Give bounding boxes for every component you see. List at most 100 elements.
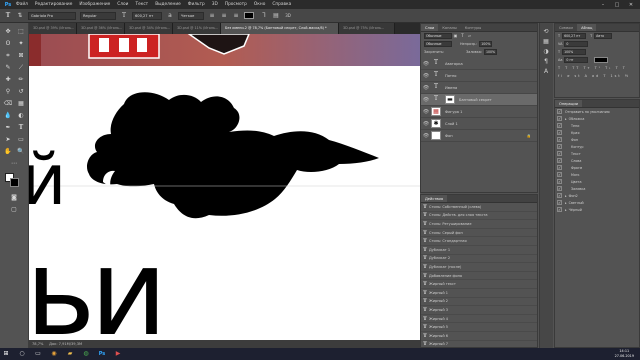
eraser-tool-icon[interactable]: ⌫ [2,99,14,109]
explorer-icon[interactable]: ▰ [64,349,76,359]
close-icon[interactable]: ✕ [624,2,638,8]
operation-item[interactable]: ✓ Тени [555,122,639,129]
canvas-area[interactable]: й ьи [29,34,420,340]
layer-kind-select[interactable]: Обычные [424,33,452,39]
action-item[interactable]: T Стиль: Серый фон [421,229,537,238]
move-tool-icon[interactable]: ✥ [2,27,14,37]
action-item[interactable]: T Жирный 2 [421,298,537,307]
action-item[interactable]: T Стиль: Стандартная [421,237,537,246]
menu-help[interactable]: Справка [272,2,291,7]
type-tool-icon[interactable]: T [4,12,12,20]
eyedropper-icon[interactable]: ✎ [2,63,14,73]
menu-3d[interactable]: 3D [212,2,218,7]
layer-row[interactable]: 👁 T Имена [421,82,537,94]
action-item[interactable]: T Жирный 4 [421,315,537,324]
layer-row[interactable]: 👁 T Пятно [421,70,537,82]
system-clock[interactable]: 14:11 27.06.2019 [615,348,634,360]
font-family-select[interactable]: Gabriola Pro [28,11,76,20]
operation-item[interactable]: ✓ Края [555,129,639,136]
marquee-tool-icon[interactable]: ⬚ [15,27,27,37]
chrome-icon[interactable]: ◍ [80,349,92,359]
check-icon[interactable]: ✓ [557,165,562,170]
action-item[interactable]: T Дубликат 1 [421,246,537,255]
start-icon[interactable]: ⊞ [0,349,12,359]
operation-item[interactable]: ✓ ▸ Обложка [555,115,639,122]
quick-mask-icon[interactable]: ◙ [8,193,20,203]
check-icon[interactable]: ✓ [557,123,562,128]
browser-icon[interactable]: ◉ [48,349,60,359]
operation-item[interactable]: ✓ Контур [555,143,639,150]
layer-mask-thumb[interactable]: ▬ [445,95,455,104]
path-select-icon[interactable]: ➤ [2,135,14,145]
layer-row[interactable]: 👁 Фон 🔒 [421,130,537,142]
healing-brush-icon[interactable]: ✚ [2,75,14,85]
action-item[interactable]: T Жирный 6 [421,332,537,341]
align-left-icon[interactable]: ≡ [208,12,216,20]
check-icon[interactable]: ✓ [557,116,562,121]
tab-paths[interactable]: Контуры [461,24,485,31]
menu-layers[interactable]: Слои [117,2,128,7]
tab-paragraph[interactable]: Абзац [577,24,597,31]
3d-icon[interactable]: 3D [284,12,292,20]
action-item[interactable]: T Добавление фона [421,272,537,281]
menu-edit[interactable]: Редактирование [35,2,73,7]
menu-filter[interactable]: Фильтр [188,2,205,7]
check-icon[interactable]: ✓ [557,207,562,212]
doc-tab[interactable]: 3D.psd @ 11% (Иголь... [173,23,221,34]
baseline-field[interactable]: 0 пт [564,57,589,63]
action-item[interactable]: T Жирный 1 [421,289,537,298]
zoom-readout[interactable]: 78,7% [32,342,43,346]
stamp-tool-icon[interactable]: ⚲ [2,87,14,97]
action-item[interactable]: T Стиль: Ретуширование [421,220,537,229]
type-tool-icon[interactable]: T [15,123,27,133]
text-style-buttons[interactable]: T T TT Tт T¹ T₁ T T [555,64,639,72]
filter-type-icon[interactable]: T [459,31,466,41]
eye-icon[interactable]: 👁 [421,61,431,67]
color-swatch[interactable] [594,57,609,63]
media-icon[interactable]: ▶ [112,349,124,359]
font-size-field[interactable]: 600,27 пт [562,33,587,39]
operation-item[interactable]: ✓ Заливка [555,185,639,192]
hand-tool-icon[interactable]: ✋ [2,147,14,157]
task-view-icon[interactable]: ▭ [32,349,44,359]
menu-file[interactable]: Файл [16,2,28,7]
align-center-icon[interactable]: ≡ [220,12,228,20]
ruler-icon[interactable]: ⟋ [15,63,27,73]
check-icon[interactable]: ✓ [557,186,562,191]
filter-image-icon[interactable]: ▣ [452,31,459,41]
menu-image[interactable]: Изображение [79,2,110,7]
doc-tab[interactable]: 3D.psd @ 34% (Иголь... [125,23,173,34]
orientation-icon[interactable]: ⇅ [16,12,24,20]
scale-field[interactable]: 100% [562,49,587,55]
action-item[interactable]: T Дубликат (после) [421,263,537,272]
search-icon[interactable]: ○ [16,349,28,359]
opentype-buttons[interactable]: fi σ st A ad T 1st ½ [555,72,639,80]
lasso-tool-icon[interactable]: ʘ [2,39,14,49]
operation-item[interactable]: ✓ ▸ Светлый [555,199,639,206]
layer-row-selected[interactable]: 👁 T ▬ Бантовый секрет [421,94,537,106]
tab-channels[interactable]: Каналы [438,24,460,31]
adjustments-icon[interactable]: ◑ [540,47,552,57]
doc-tab[interactable]: 3D.psd @ 36% (Иголь... [77,23,125,34]
swatches-icon[interactable]: ▦ [540,37,552,47]
eye-icon[interactable]: 👁 [421,97,431,103]
operation-item[interactable]: ✓ Отправить по умолчанию [555,108,639,115]
shape-tool-icon[interactable]: ▭ [15,135,27,145]
doc-tab-active[interactable]: Без имени-2 @ 78,7% (Бантовый секрет, Сл… [221,23,339,34]
operation-item[interactable]: ✓ Цвета [555,178,639,185]
action-item[interactable]: T Дубликат 2 [421,255,537,264]
doc-tab[interactable]: 3D.psd @ 39% (Иголь... [29,23,77,34]
tab-layers[interactable]: Слои [421,24,439,31]
font-size-select[interactable]: 600,27 пт [132,11,162,20]
photoshop-icon[interactable]: Ps [96,349,108,359]
operation-item[interactable]: ✓ Слова [555,157,639,164]
operation-item[interactable]: ✓ Фон [555,136,639,143]
font-style-select[interactable]: Regular [80,11,116,20]
operation-item[interactable]: ✓ ▸ Чёрный [555,206,639,213]
opacity-field[interactable]: 100% [479,41,493,47]
blur-tool-icon[interactable]: 💧 [2,111,14,121]
operation-item[interactable]: ✓ Фрагм [555,164,639,171]
background-color-swatch[interactable] [10,178,19,187]
zoom-tool-icon[interactable]: 🔍 [15,147,27,157]
action-item[interactable]: T Жирный 5 [421,323,537,332]
